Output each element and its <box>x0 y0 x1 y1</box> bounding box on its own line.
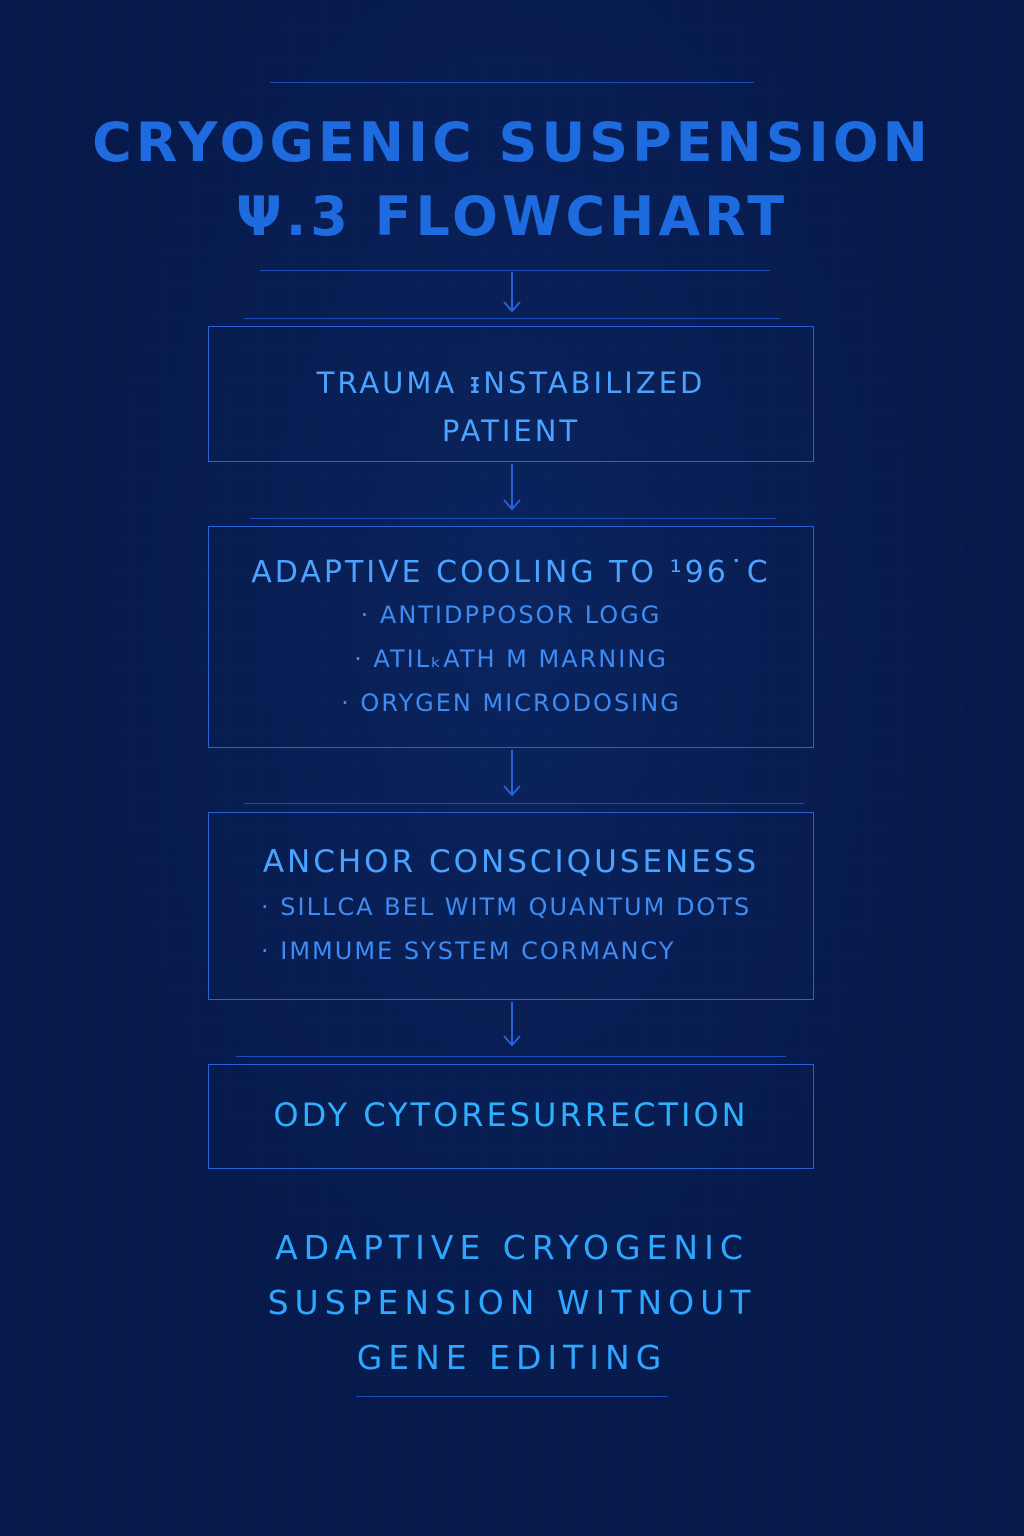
step-3-heading: ANCHOR CONSCIQUSENESS <box>262 844 760 880</box>
arrow-down-icon <box>503 464 521 511</box>
footer-line-3: GENE EDITING <box>356 1338 668 1377</box>
step-1-heading-line-2: PATIENT <box>441 414 581 448</box>
footer-line-1: ADAPTIVE CRYOGENIC <box>275 1228 749 1267</box>
connector-divider <box>244 318 780 319</box>
arrow-down-icon <box>503 750 521 797</box>
flowchart-page: CRYOGENIC SUSPENSION Ψ.3 FLOWCHART TRAUM… <box>0 0 1024 1536</box>
step-3-bullet-1: · SILLCA BEL WITM QUANTUM DOTS <box>261 893 752 921</box>
step-3-bullet-2: · IMMUME SYSTEM CORMANCY <box>261 937 676 965</box>
step-2-bullet-3: · ORYGEN MICRODOSING <box>341 689 681 717</box>
step-box-trauma-patient: TRAUMA ᵻNSTABILIZED PATIENT <box>208 326 814 462</box>
step-1-heading-line-1: TRAUMA ᵻNSTABILIZED <box>316 366 706 400</box>
step-4-heading: ODY CYTORESURRECTION <box>273 1096 749 1134</box>
connector-divider <box>244 803 804 804</box>
step-box-anchor-consciousness: ANCHOR CONSCIQUSENESS · SILLCA BEL WITM … <box>208 812 814 1000</box>
top-divider <box>270 82 754 83</box>
footer-summary: ADAPTIVE CRYOGENIC SUSPENSION WITNOUT GE… <box>0 1220 1024 1385</box>
footer-line-2: SUSPENSION WITNOUT <box>267 1283 757 1322</box>
connector-divider <box>250 518 776 519</box>
step-2-heading: ADAPTIVE COOLING TO ¹96˙C <box>251 555 771 590</box>
title-line-2: Ψ.3 FLOWCHART <box>235 185 789 248</box>
step-2-bullet-1: · ANTIDPPOSOR LOGG <box>360 601 662 629</box>
step-box-adaptive-cooling: ADAPTIVE COOLING TO ¹96˙C · ANTIDPPOSOR … <box>208 526 814 748</box>
bottom-divider <box>356 1396 668 1397</box>
step-box-cytoresurrection: ODY CYTORESURRECTION <box>208 1064 814 1169</box>
title-divider <box>260 270 770 271</box>
step-2-bullet-2: · ATILₖATH M MARNING <box>354 645 668 673</box>
arrow-down-icon <box>503 272 521 313</box>
arrow-down-icon <box>503 1002 521 1047</box>
page-title: CRYOGENIC SUSPENSION Ψ.3 FLOWCHART <box>0 106 1024 254</box>
title-line-1: CRYOGENIC SUSPENSION <box>92 111 932 174</box>
connector-divider <box>236 1056 786 1057</box>
